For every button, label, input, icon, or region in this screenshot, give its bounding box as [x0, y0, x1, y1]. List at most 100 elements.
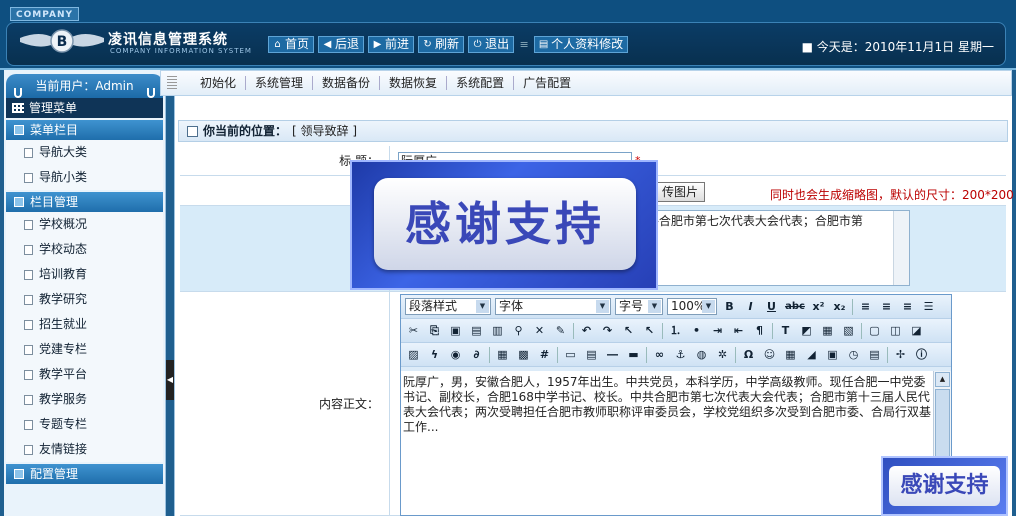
- unlink-icon[interactable]: ✲: [714, 346, 731, 363]
- scroll-up-icon[interactable]: ▲: [935, 372, 950, 387]
- paragraph-style-select[interactable]: 段落样式: [405, 298, 491, 315]
- upload-image-button[interactable]: 传图片: [655, 182, 706, 202]
- input-icon[interactable]: ▬: [625, 346, 642, 363]
- align-right-icon[interactable]: ≡: [899, 298, 916, 315]
- delete-icon[interactable]: ✕: [531, 322, 548, 339]
- marquee-icon[interactable]: ▤: [866, 346, 883, 363]
- undo-icon[interactable]: ↶: [578, 322, 595, 339]
- special-char-icon[interactable]: Ω: [740, 346, 757, 363]
- clean-format-icon[interactable]: ✎: [552, 322, 569, 339]
- document-icon: [24, 147, 33, 158]
- find-icon[interactable]: ⚲: [510, 322, 527, 339]
- grid-table-icon[interactable]: #: [536, 346, 553, 363]
- sidebar-item-nav-subcategory[interactable]: 导航小类: [6, 165, 163, 190]
- zoom-select[interactable]: 100%: [667, 298, 717, 315]
- chart-icon[interactable]: ◢: [803, 346, 820, 363]
- group-config-management[interactable]: 配置管理: [6, 464, 163, 484]
- subnav-data-restore[interactable]: 数据恢复: [380, 76, 448, 90]
- justify-icon[interactable]: ☰: [920, 298, 937, 315]
- align-center-icon[interactable]: ≡: [878, 298, 895, 315]
- template-icon[interactable]: ◪: [908, 322, 925, 339]
- nav-home-button[interactable]: ⌂ 首页: [268, 36, 315, 53]
- copy-icon[interactable]: ⎘: [426, 322, 443, 339]
- sidebar-item-school-overview[interactable]: 学校概况: [6, 212, 163, 237]
- collapse-sidebar-handle[interactable]: ◀: [166, 360, 174, 400]
- align-left-icon[interactable]: ≡: [857, 298, 874, 315]
- font-select[interactable]: 字体: [495, 298, 611, 315]
- text-color-icon[interactable]: T: [777, 322, 794, 339]
- emoticon-icon[interactable]: ☺: [761, 346, 778, 363]
- group-menu-columns[interactable]: 菜单栏目: [6, 120, 163, 140]
- underline-button[interactable]: U: [763, 298, 780, 315]
- nav-logout-button[interactable]: ⏻ 退出: [468, 36, 515, 53]
- outdent-icon[interactable]: ⇤: [730, 322, 747, 339]
- layer-icon[interactable]: ▧: [840, 322, 857, 339]
- unordered-list-icon[interactable]: •: [688, 322, 705, 339]
- subnav-data-backup[interactable]: 数据备份: [313, 76, 381, 90]
- horizontal-rule-icon[interactable]: ―: [604, 346, 621, 363]
- summary-scrollbar[interactable]: [893, 211, 909, 285]
- sidebar-item-teaching-platform[interactable]: 教学平台: [6, 362, 163, 387]
- block-icon[interactable]: ▦: [819, 322, 836, 339]
- redo-icon[interactable]: ↷: [599, 322, 616, 339]
- system-title: 凌讯信息管理系统: [108, 32, 228, 48]
- calendar-icon[interactable]: ▣: [824, 346, 841, 363]
- sidebar-item-research[interactable]: 教学研究: [6, 287, 163, 312]
- select-icon[interactable]: ↖: [620, 322, 637, 339]
- fullscreen-icon[interactable]: ▢: [866, 322, 883, 339]
- toolbar-separator: [852, 298, 853, 315]
- subnav-system-config[interactable]: 系统配置: [447, 76, 515, 90]
- sidebar-item-school-news[interactable]: 学校动态: [6, 237, 163, 262]
- document-icon: [24, 172, 33, 183]
- sidebar-item-training[interactable]: 培训教育: [6, 262, 163, 287]
- paste-word-icon[interactable]: ▥: [489, 322, 506, 339]
- time-icon[interactable]: ◷: [845, 346, 862, 363]
- preview-icon[interactable]: ◫: [887, 322, 904, 339]
- bold-button[interactable]: B: [721, 298, 738, 315]
- table-props-icon[interactable]: ▩: [515, 346, 532, 363]
- paste-text-icon[interactable]: ▤: [468, 322, 485, 339]
- sidebar-item-admissions[interactable]: 招生就业: [6, 312, 163, 337]
- sidebar-item-nav-category[interactable]: 导航大类: [6, 140, 163, 165]
- strikethrough-button[interactable]: abc: [784, 298, 806, 315]
- indent-icon[interactable]: ⇥: [709, 322, 726, 339]
- link-icon[interactable]: ∞: [651, 346, 668, 363]
- cut-icon[interactable]: ✂: [405, 322, 422, 339]
- nav-refresh-button[interactable]: ↻ 刷新: [418, 36, 465, 53]
- sidebar-item-party[interactable]: 党建专栏: [6, 337, 163, 362]
- nav-forward-button[interactable]: ▶ 前进: [368, 36, 415, 53]
- background-color-icon[interactable]: ◩: [798, 322, 815, 339]
- sidebar-item-label: 培训教育: [39, 267, 88, 281]
- attachment-icon[interactable]: ∂: [468, 346, 485, 363]
- image-icon[interactable]: ▨: [405, 346, 422, 363]
- flash-icon[interactable]: ϟ: [426, 346, 443, 363]
- sidebar-item-special-topics[interactable]: 专题专栏: [6, 412, 163, 437]
- ordered-list-icon[interactable]: ⒈: [667, 322, 684, 339]
- nav-profile-button[interactable]: ▤ 个人资料修改: [534, 36, 629, 53]
- maximize-icon[interactable]: ✢: [892, 346, 909, 363]
- paste-icon[interactable]: ▣: [447, 322, 464, 339]
- paragraph-icon[interactable]: ¶: [751, 322, 768, 339]
- media-icon[interactable]: ◉: [447, 346, 464, 363]
- sidebar-item-label: 专题专栏: [39, 417, 88, 431]
- anchor-icon[interactable]: ⚓: [672, 346, 689, 363]
- sidebar-item-teaching-service[interactable]: 教学服务: [6, 387, 163, 412]
- editor-content-area[interactable]: 阮厚广，男，安徽合肥人，1957年出生。中共党员，本科学历，中学高级教师。现任合…: [401, 371, 933, 515]
- italic-button[interactable]: I: [742, 298, 759, 315]
- subnav-init[interactable]: 初始化: [191, 76, 247, 90]
- form-icon[interactable]: ▭: [562, 346, 579, 363]
- select-all-icon[interactable]: ↖: [641, 322, 658, 339]
- textbox-icon[interactable]: ▤: [583, 346, 600, 363]
- subscript-button[interactable]: x₂: [831, 298, 848, 315]
- superscript-button[interactable]: x²: [810, 298, 827, 315]
- info-icon[interactable]: ⓘ: [913, 346, 930, 363]
- font-size-select[interactable]: 字号: [615, 298, 663, 315]
- map-icon[interactable]: ◍: [693, 346, 710, 363]
- subnav-ad-config[interactable]: 广告配置: [514, 76, 580, 90]
- gallery-icon[interactable]: ▦: [782, 346, 799, 363]
- group-column-management[interactable]: 栏目管理: [6, 192, 163, 212]
- sidebar-item-friend-links[interactable]: 友情链接: [6, 437, 163, 462]
- subnav-system-management[interactable]: 系统管理: [246, 76, 314, 90]
- table-icon[interactable]: ▦: [494, 346, 511, 363]
- nav-back-button[interactable]: ◀ 后退: [318, 36, 365, 53]
